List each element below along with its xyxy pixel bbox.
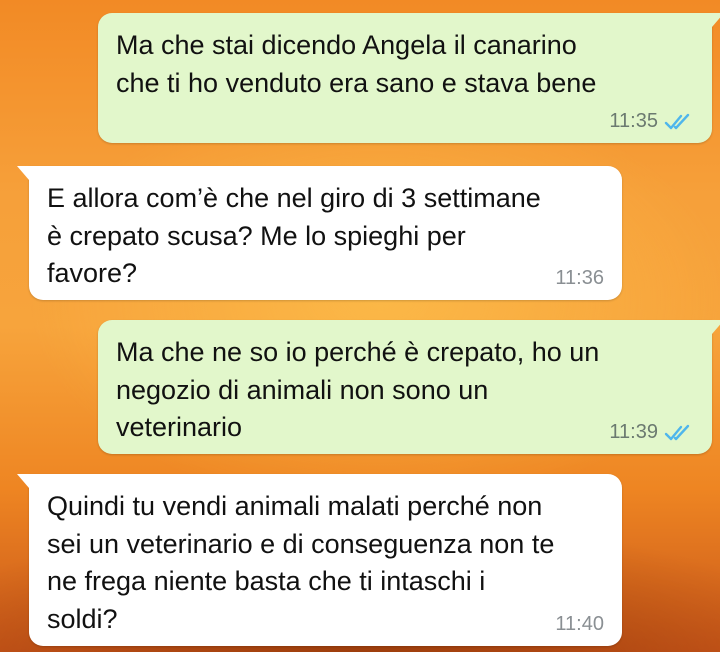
chat-conversation: Ma che stai dicendo Angela il canarino c…: [0, 0, 720, 652]
double-check-read-icon: [664, 113, 694, 131]
message-bubble-incoming[interactable]: E allora com’è che nel giro di 3 settima…: [17, 166, 622, 300]
message-text: Quindi tu vendi animali malati perché no…: [47, 491, 555, 634]
message-time: 11:39: [609, 421, 658, 443]
message-bubble-incoming[interactable]: Quindi tu vendi animali malati perché no…: [17, 474, 622, 646]
message-text: E allora com’è che nel giro di 3 settima…: [47, 183, 541, 288]
message-text: Ma che stai dicendo Angela il canarino c…: [116, 30, 597, 98]
message-time: 11:35: [609, 110, 658, 132]
message-text: Ma che ne so io perché è crepato, ho un …: [116, 337, 600, 442]
double-check-read-icon: [664, 424, 694, 442]
message-meta: 11:39: [609, 421, 694, 444]
message-meta: 11:35: [609, 110, 694, 133]
message-time: 11:36: [555, 267, 604, 289]
message-bubble-outgoing[interactable]: Ma che stai dicendo Angela il canarino c…: [98, 13, 720, 143]
message-bubble-outgoing[interactable]: Ma che ne so io perché è crepato, ho un …: [98, 320, 720, 454]
message-time: 11:40: [555, 613, 604, 635]
message-meta: 11:40: [555, 613, 604, 636]
message-meta: 11:36: [555, 267, 604, 290]
